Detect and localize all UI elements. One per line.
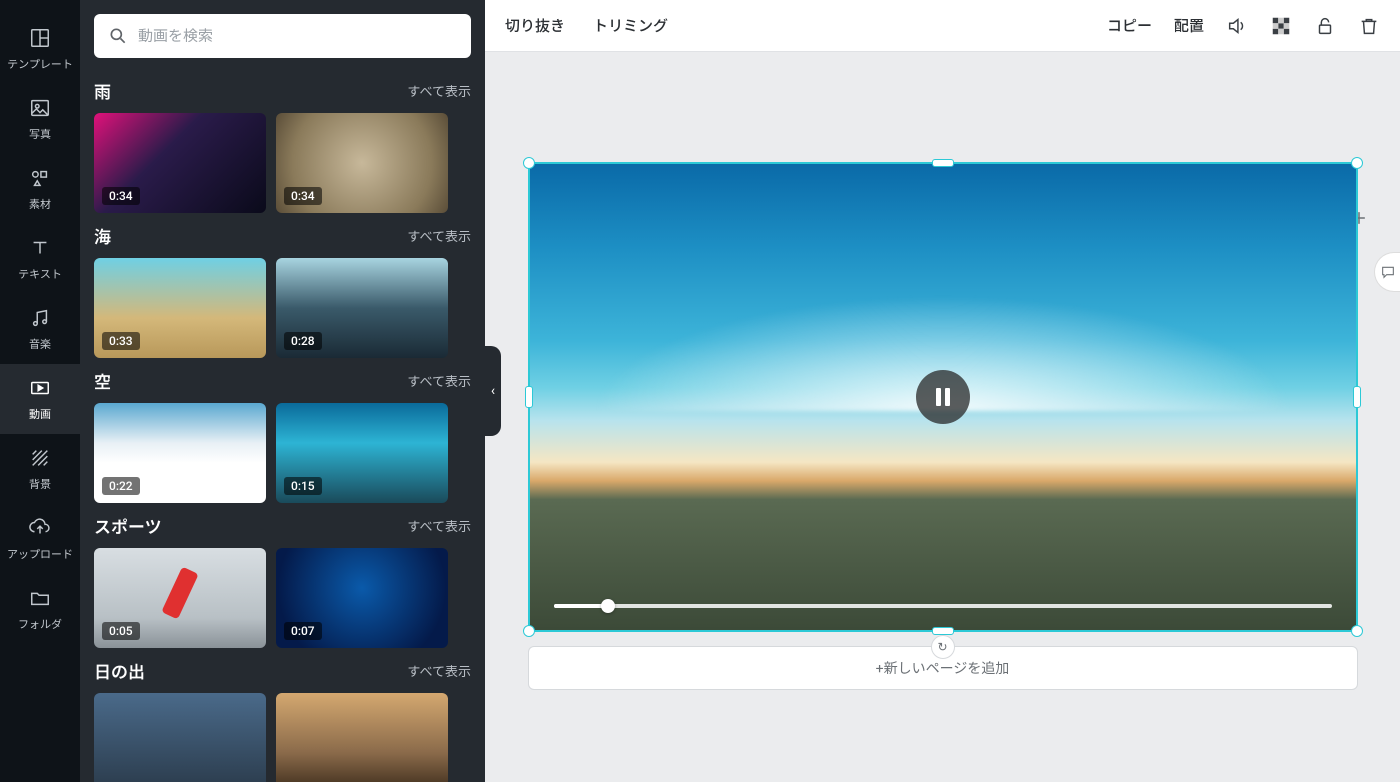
rail-audio[interactable]: 音楽 xyxy=(0,294,80,364)
duration-badge: 0:07 xyxy=(284,622,322,640)
comment-button[interactable] xyxy=(1374,252,1400,292)
resize-handle-tr[interactable] xyxy=(1351,157,1363,169)
cat-title-rain: 雨 xyxy=(94,78,111,103)
trim-button[interactable]: トリミング xyxy=(593,15,668,36)
video-thumb[interactable]: 0:15 xyxy=(276,403,448,503)
rail-background[interactable]: 背景 xyxy=(0,434,80,504)
folder-icon xyxy=(28,586,52,610)
duration-badge: 0:28 xyxy=(284,332,322,350)
upload-icon xyxy=(28,516,52,540)
lock-icon[interactable] xyxy=(1314,15,1336,37)
search-box[interactable] xyxy=(94,14,471,58)
video-thumb[interactable]: 0:34 xyxy=(276,113,448,213)
video-thumb[interactable]: 0:07 xyxy=(276,548,448,648)
resize-handle-b[interactable] xyxy=(932,627,954,635)
category-list[interactable]: 雨すべて表示 0:34 0:34 海すべて表示 0:33 0:28 空すべて表示… xyxy=(80,68,485,782)
rail-text[interactable]: テキスト xyxy=(0,224,80,294)
rail-upload[interactable]: アップロード xyxy=(0,504,80,574)
rail-folder[interactable]: フォルダ xyxy=(0,574,80,644)
cat-title-sunrise: 日の出 xyxy=(94,658,145,683)
left-rail: テンプレート 写真 素材 テキスト 音楽 動画 背景 アップロード フォルダ xyxy=(0,0,80,782)
photo-icon xyxy=(28,96,52,120)
duration-badge: 0:34 xyxy=(284,187,322,205)
duration-badge: 0:34 xyxy=(102,187,140,205)
add-page-label: +新しいページを追加 xyxy=(876,658,1010,678)
video-thumb[interactable]: 0:33 xyxy=(94,258,266,358)
show-all-sports[interactable]: すべて表示 xyxy=(407,516,471,535)
video-thumb[interactable] xyxy=(276,693,448,782)
canvas-area: 切り抜き トリミング コピー 配置 xyxy=(485,0,1400,782)
resize-handle-l[interactable] xyxy=(525,386,533,408)
cat-title-sky: 空 xyxy=(94,368,111,393)
progress-knob[interactable] xyxy=(601,599,615,613)
music-icon xyxy=(28,306,52,330)
sync-icon: ↻ xyxy=(931,635,955,659)
pause-button[interactable] xyxy=(916,370,970,424)
duration-badge: 0:22 xyxy=(102,477,140,495)
background-icon xyxy=(28,446,52,470)
resize-handle-bl[interactable] xyxy=(523,625,535,637)
duration-badge: 0:15 xyxy=(284,477,322,495)
show-all-sea[interactable]: すべて表示 xyxy=(407,226,471,245)
show-all-sky[interactable]: すべて表示 xyxy=(407,371,471,390)
video-panel: 雨すべて表示 0:34 0:34 海すべて表示 0:33 0:28 空すべて表示… xyxy=(80,0,485,782)
crop-button[interactable]: 切り抜き xyxy=(505,15,565,36)
resize-handle-t[interactable] xyxy=(932,159,954,167)
video-thumb[interactable]: 0:22 xyxy=(94,403,266,503)
video-progress[interactable] xyxy=(554,604,1332,608)
trash-icon[interactable] xyxy=(1358,15,1380,37)
resize-handle-br[interactable] xyxy=(1351,625,1363,637)
video-thumb[interactable]: 0:05 xyxy=(94,548,266,648)
rail-elements[interactable]: 素材 xyxy=(0,154,80,224)
resize-handle-tl[interactable] xyxy=(523,157,535,169)
search-input[interactable] xyxy=(138,27,457,45)
text-icon xyxy=(28,236,52,260)
cat-title-sea: 海 xyxy=(94,223,111,248)
add-page-button[interactable]: ↻ +新しいページを追加 xyxy=(528,646,1358,690)
video-thumb[interactable]: 0:28 xyxy=(276,258,448,358)
duration-badge: 0:05 xyxy=(102,622,140,640)
selected-video-frame[interactable] xyxy=(528,162,1358,632)
video-thumb[interactable]: 0:34 xyxy=(94,113,266,213)
elements-icon xyxy=(28,166,52,190)
template-icon xyxy=(28,26,52,50)
transparency-icon[interactable] xyxy=(1270,15,1292,37)
search-icon xyxy=(108,26,128,46)
copy-button[interactable]: コピー xyxy=(1107,15,1152,36)
show-all-sunrise[interactable]: すべて表示 xyxy=(407,661,471,680)
show-all-rain[interactable]: すべて表示 xyxy=(407,81,471,100)
resize-handle-r[interactable] xyxy=(1353,386,1361,408)
rail-photo[interactable]: 写真 xyxy=(0,84,80,154)
position-button[interactable]: 配置 xyxy=(1174,15,1204,36)
cat-title-sports: スポーツ xyxy=(94,513,162,538)
rail-template[interactable]: テンプレート xyxy=(0,14,80,84)
canvas-wrap: ↻ +新しいページを追加 xyxy=(485,52,1400,782)
volume-icon[interactable] xyxy=(1226,15,1248,37)
rail-video[interactable]: 動画 xyxy=(0,364,80,434)
top-toolbar: 切り抜き トリミング コピー 配置 xyxy=(485,0,1400,52)
video-icon xyxy=(28,376,52,400)
video-thumb[interactable] xyxy=(94,693,266,782)
duration-badge: 0:33 xyxy=(102,332,140,350)
